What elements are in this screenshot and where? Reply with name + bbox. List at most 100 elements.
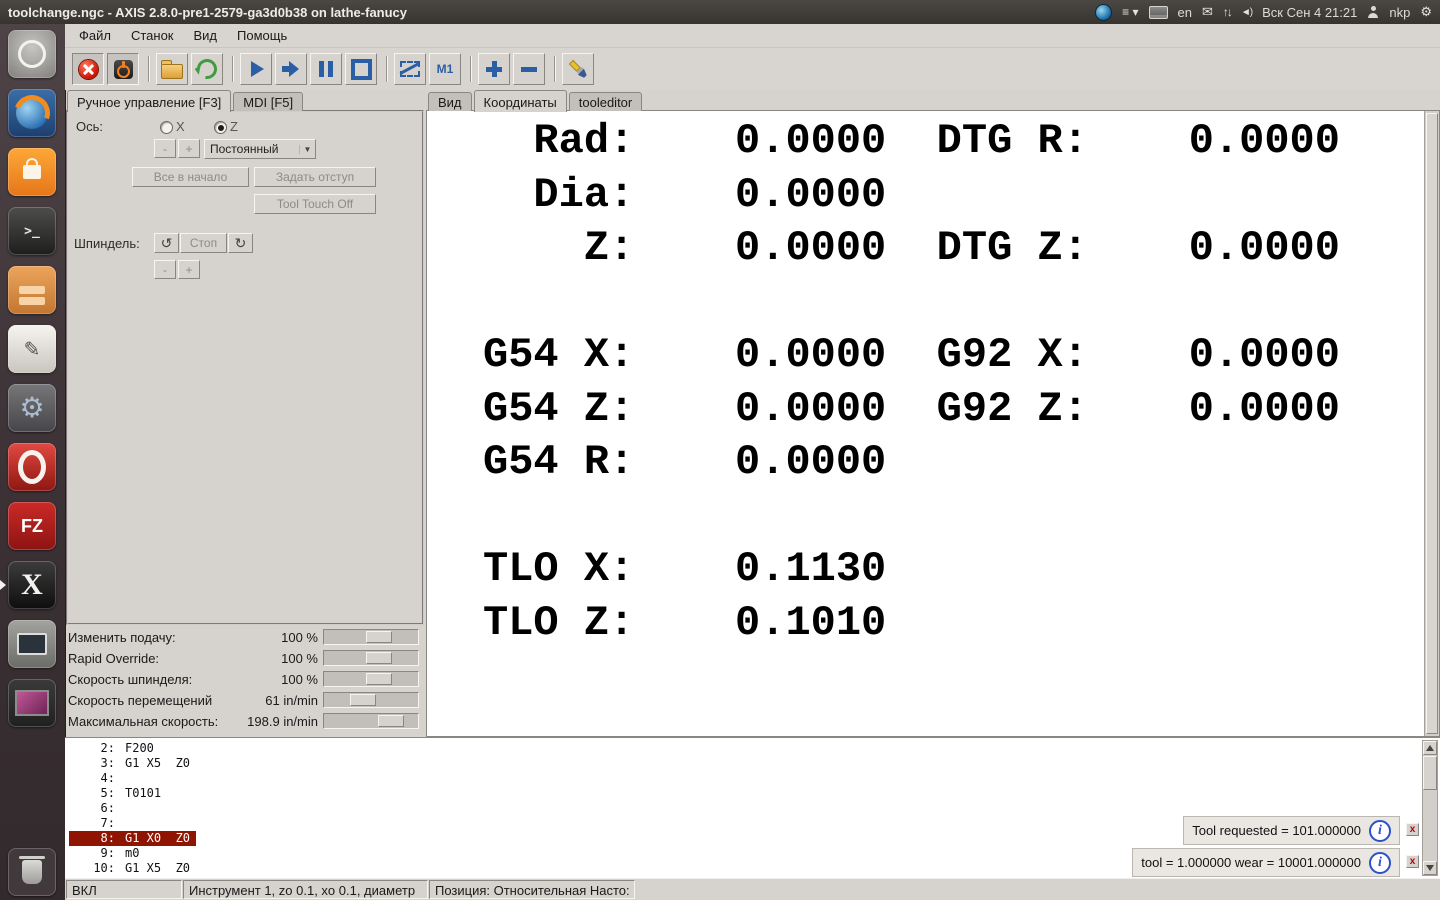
- slider-handle[interactable]: [378, 715, 404, 727]
- menu-file[interactable]: Файл: [69, 25, 121, 46]
- info-icon: i: [1369, 819, 1391, 842]
- radio-axis-x-label[interactable]: X: [176, 119, 185, 134]
- tab-manual-control[interactable]: Ручное управление [F3]: [67, 90, 232, 112]
- stop-button[interactable]: [345, 53, 377, 85]
- touch-off-button[interactable]: Задать отступ: [254, 167, 376, 187]
- axis-label: Ось:: [76, 119, 103, 134]
- tool-touch-off-button[interactable]: Tool Touch Off: [254, 194, 376, 214]
- sync-arrows-icon[interactable]: ↑↓: [1223, 5, 1233, 19]
- volume-icon[interactable]: ◄): [1241, 7, 1253, 18]
- minus-icon: [521, 66, 537, 72]
- gcode-scrollbar[interactable]: [1422, 740, 1438, 876]
- open-file-button[interactable]: [156, 53, 188, 85]
- terminal-small-launcher[interactable]: [8, 620, 56, 668]
- slider-handle[interactable]: [350, 694, 376, 706]
- dro-scrollbar[interactable]: [1424, 111, 1439, 736]
- dro-readout: Rad: 0.0000 DTG R: 0.0000 Dia: 0.0000 Z:…: [483, 115, 1340, 650]
- notification-close-button[interactable]: x: [1406, 855, 1419, 868]
- ubuntu-one-icon[interactable]: [1095, 3, 1113, 21]
- clock[interactable]: Вск Сен 4 21:21: [1262, 5, 1357, 20]
- text-editor-launcher[interactable]: ✎: [8, 325, 56, 373]
- radio-axis-z-label[interactable]: Z: [230, 119, 238, 134]
- jog-speed-value: 61 in/min: [265, 693, 318, 708]
- scrollbar-thumb[interactable]: [1423, 756, 1437, 790]
- tab-mdi[interactable]: MDI [F5]: [233, 92, 304, 111]
- scroll-down-arrow[interactable]: [1423, 861, 1437, 875]
- jog-minus-button[interactable]: -: [154, 139, 176, 158]
- radio-axis-z[interactable]: [214, 121, 227, 134]
- slider-handle[interactable]: [366, 673, 392, 685]
- image-viewer-launcher[interactable]: [8, 679, 56, 727]
- dash-home-button[interactable]: [8, 30, 56, 78]
- system-settings-launcher[interactable]: ⚙: [8, 384, 56, 432]
- chevron-down-icon: ▼: [299, 144, 315, 154]
- tab-coordinates[interactable]: Координаты: [473, 90, 567, 112]
- spindle-minus-button[interactable]: -: [154, 260, 176, 279]
- radio-axis-x[interactable]: [160, 121, 173, 134]
- trash-launcher[interactable]: [8, 848, 56, 896]
- keyboard-layout[interactable]: en: [1178, 5, 1192, 20]
- dro-line: Z: 0.0000 DTG Z: 0.0000: [483, 224, 1340, 272]
- session-menu-icon[interactable]: ≡ ▾: [1122, 5, 1138, 19]
- dro-line: TLO X: 0.1130: [483, 545, 887, 593]
- run-from-line-button[interactable]: [275, 53, 307, 85]
- spindle-cw-button[interactable]: ↻: [228, 233, 253, 253]
- spindle-override-slider[interactable]: [323, 671, 419, 687]
- max-velocity-slider[interactable]: [323, 713, 419, 729]
- menu-view[interactable]: Вид: [184, 25, 228, 46]
- menu-machine[interactable]: Станок: [121, 25, 184, 46]
- gcode-line[interactable]: 6:: [69, 801, 1440, 816]
- pause-button[interactable]: [310, 53, 342, 85]
- zoom-out-button[interactable]: [513, 53, 545, 85]
- gcode-line[interactable]: 3: G1 X5 Z0: [69, 756, 1440, 771]
- feed-override-slider[interactable]: [323, 629, 419, 645]
- right-tabbar: Вид Координаты tooleditor: [428, 90, 644, 112]
- opera-launcher[interactable]: [8, 443, 56, 491]
- left-tabbar: Ручное управление [F3] MDI [F5]: [67, 90, 305, 112]
- jog-mode-dropdown[interactable]: Постоянный ▼: [204, 139, 316, 159]
- slider-handle[interactable]: [366, 652, 392, 664]
- terminal-icon: >_: [24, 223, 40, 239]
- gcode-line[interactable]: 4:: [69, 771, 1440, 786]
- menubar: Файл Станок Вид Помощь: [65, 24, 1440, 48]
- optional-stop-toggle[interactable]: M1: [429, 53, 461, 85]
- rapid-override-slider[interactable]: [323, 650, 419, 666]
- skip-lines-toggle[interactable]: [394, 53, 426, 85]
- rotate-ccw-icon: ↺: [160, 234, 173, 251]
- power-icon: [113, 59, 133, 79]
- clear-plot-button[interactable]: [562, 53, 594, 85]
- run-button[interactable]: [240, 53, 272, 85]
- file-manager-launcher[interactable]: [8, 266, 56, 314]
- estop-button[interactable]: [72, 53, 104, 85]
- gcode-line[interactable]: 5: T0101: [69, 786, 1440, 801]
- scrollbar-thumb[interactable]: [1426, 113, 1438, 734]
- toolbar-separator: [232, 56, 234, 82]
- mail-icon[interactable]: ✉: [1202, 4, 1213, 20]
- session-gear-icon[interactable]: ⚙: [1420, 4, 1432, 20]
- filezilla-launcher[interactable]: FZ: [8, 502, 56, 550]
- menu-help[interactable]: Помощь: [227, 25, 297, 46]
- dro-line: G54 Z: 0.0000 G92 Z: 0.0000: [483, 384, 1340, 433]
- firefox-launcher[interactable]: [8, 89, 56, 137]
- terminal-launcher[interactable]: >_: [8, 207, 56, 255]
- spindle-ccw-button[interactable]: ↺: [154, 233, 179, 253]
- tab-preview[interactable]: Вид: [428, 92, 472, 111]
- reload-button[interactable]: [191, 53, 223, 85]
- zoom-in-button[interactable]: [478, 53, 510, 85]
- firefox-icon: [16, 97, 48, 129]
- x-app-launcher[interactable]: X: [8, 561, 56, 609]
- spindle-stop-button[interactable]: Стоп: [180, 233, 227, 253]
- scroll-up-arrow[interactable]: [1423, 741, 1437, 755]
- notification-close-button[interactable]: x: [1406, 823, 1419, 836]
- machine-power-button[interactable]: [107, 53, 139, 85]
- software-center-launcher[interactable]: [8, 148, 56, 196]
- home-all-button[interactable]: Все в начало: [132, 167, 249, 187]
- notification-text: tool = 1.000000 wear = 10001.000000: [1141, 855, 1361, 870]
- tab-tooleditor[interactable]: tooleditor: [568, 92, 643, 111]
- slider-handle[interactable]: [366, 631, 392, 643]
- gcode-line[interactable]: 2: F200: [69, 741, 1440, 756]
- jog-speed-slider[interactable]: [323, 692, 419, 708]
- spindle-plus-button[interactable]: +: [178, 260, 200, 279]
- jog-plus-button[interactable]: +: [178, 139, 200, 158]
- username[interactable]: nkp: [1389, 5, 1410, 20]
